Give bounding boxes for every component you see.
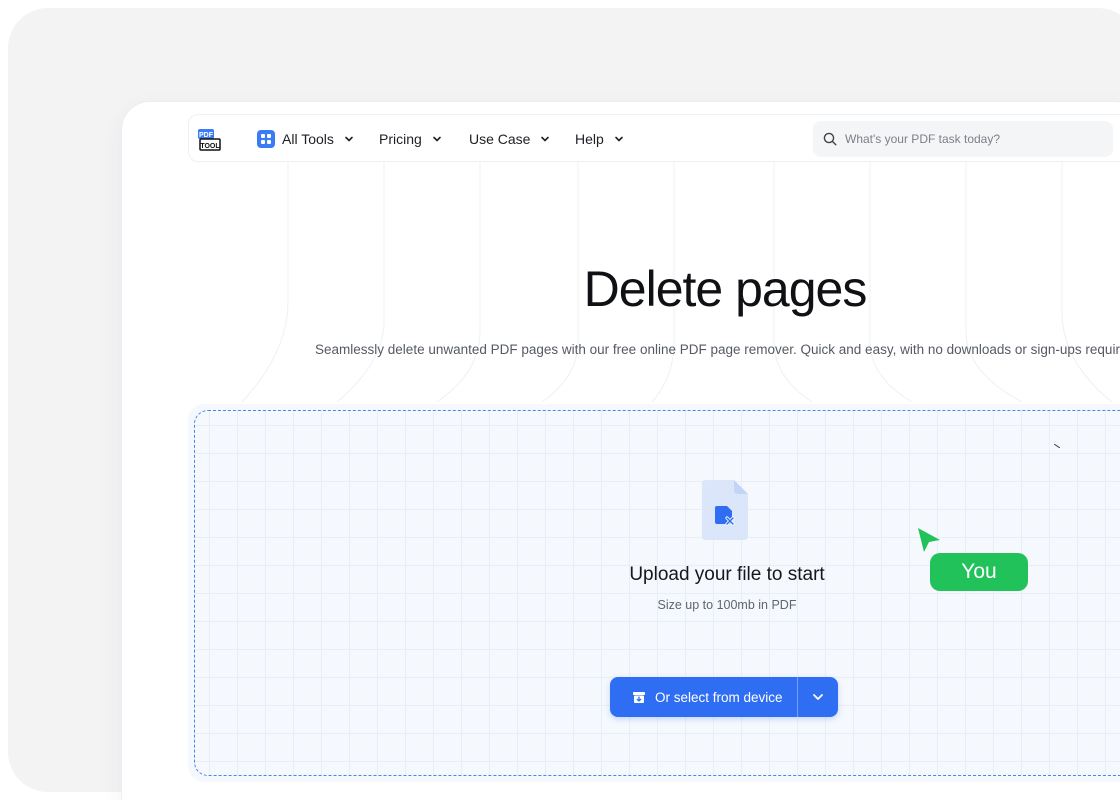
nav-all-tools[interactable]: All Tools <box>257 115 354 163</box>
pdf-delete-file-icon <box>702 480 748 540</box>
svg-text:PDF: PDF <box>199 132 214 139</box>
nav-help-label: Help <box>575 131 604 147</box>
chevron-down-icon <box>614 136 623 142</box>
upload-subtitle: Size up to 100mb in PDF <box>657 598 797 612</box>
nav-help[interactable]: Help <box>575 115 624 163</box>
search-icon <box>823 132 837 146</box>
pdf-tool-logo[interactable]: PDF TOOL <box>197 127 221 151</box>
nav-pricing[interactable]: Pricing <box>379 115 442 163</box>
nav-pricing-label: Pricing <box>379 131 422 147</box>
decorative-mark <box>1054 444 1060 448</box>
search-box[interactable] <box>813 121 1113 157</box>
upload-box-icon <box>633 692 645 703</box>
nav-use-case[interactable]: Use Case <box>469 115 550 163</box>
browser-window: PDF TOOL All Tools Pricing Use Case Help <box>122 102 1120 800</box>
select-from-device-label: Or select from device <box>655 689 783 705</box>
page-title: Delete pages <box>583 261 868 317</box>
svg-text:TOOL: TOOL <box>200 143 220 150</box>
grid-icon <box>257 130 275 148</box>
chevron-down-icon <box>813 694 823 700</box>
chevron-down-icon <box>345 136 353 142</box>
upload-title: Upload your file to start <box>629 564 825 585</box>
chevron-down-icon <box>432 136 441 142</box>
nav-all-tools-label: All Tools <box>282 131 334 147</box>
drop-zone[interactable] <box>194 410 1120 776</box>
cursor-pointer-icon <box>918 528 940 552</box>
select-from-device-main[interactable]: Or select from device <box>610 677 797 717</box>
search-input[interactable] <box>845 132 1085 146</box>
chevron-down-icon <box>541 136 550 142</box>
page-subtitle: Seamlessly delete unwanted PDF pages wit… <box>315 342 1120 357</box>
top-navbar: PDF TOOL All Tools Pricing Use Case Help <box>188 114 1120 162</box>
nav-use-case-label: Use Case <box>469 131 531 147</box>
upload-area <box>188 404 1120 782</box>
select-from-device-button[interactable]: Or select from device <box>610 677 838 717</box>
select-source-dropdown[interactable] <box>798 677 838 717</box>
you-cursor-badge: You <box>930 553 1028 591</box>
